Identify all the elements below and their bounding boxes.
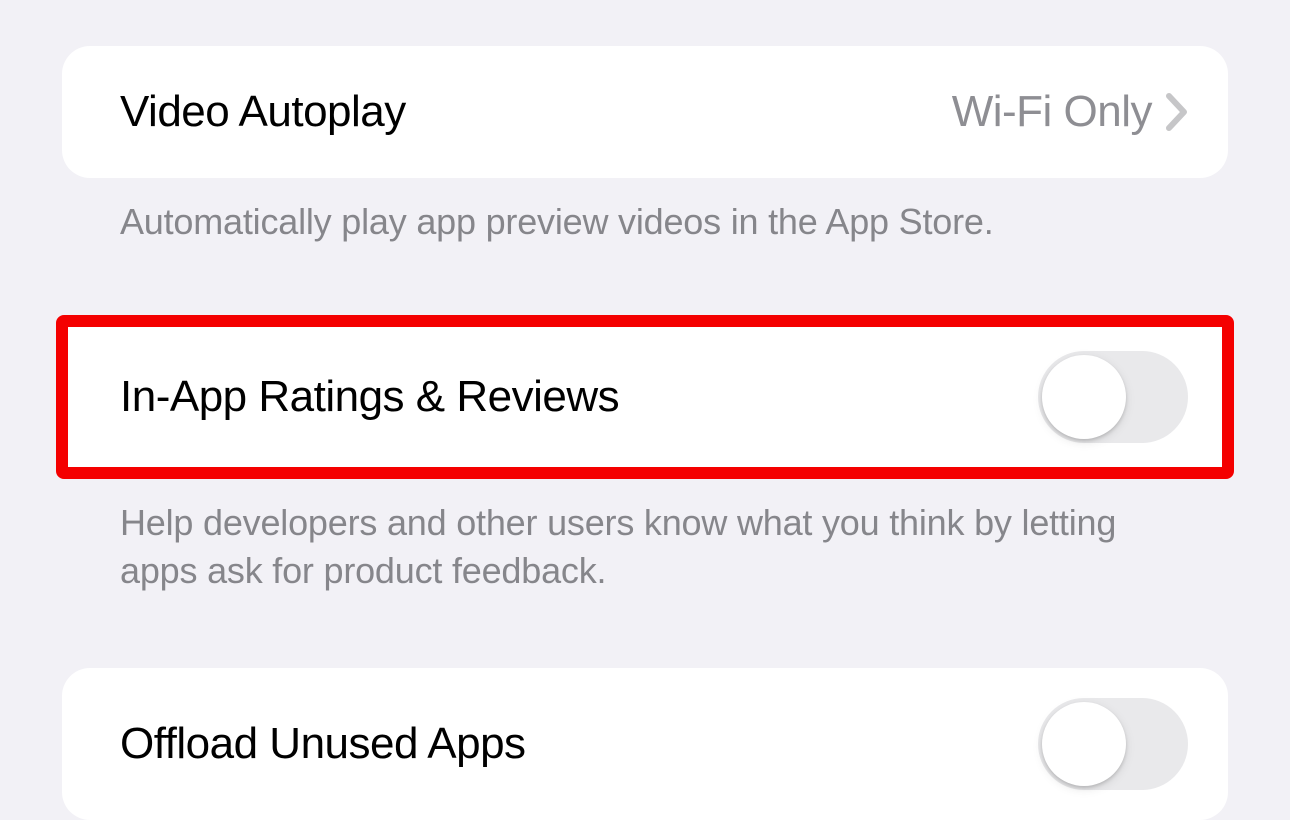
in-app-ratings-label: In-App Ratings & Reviews xyxy=(120,372,619,422)
chevron-right-icon xyxy=(1166,93,1188,131)
offload-unused-apps-row[interactable]: Offload Unused Apps xyxy=(62,668,1228,820)
video-autoplay-row[interactable]: Video Autoplay Wi-Fi Only xyxy=(62,46,1228,178)
video-autoplay-right: Wi-Fi Only xyxy=(952,87,1188,137)
toggle-knob xyxy=(1042,702,1126,786)
highlight-annotation: In-App Ratings & Reviews xyxy=(56,315,1234,479)
offload-unused-apps-label: Offload Unused Apps xyxy=(120,719,526,769)
video-autoplay-label: Video Autoplay xyxy=(120,87,406,137)
in-app-ratings-toggle[interactable] xyxy=(1038,351,1188,443)
video-autoplay-footer: Automatically play app preview videos in… xyxy=(62,178,1228,247)
video-autoplay-value: Wi-Fi Only xyxy=(952,87,1152,137)
in-app-ratings-row[interactable]: In-App Ratings & Reviews xyxy=(62,321,1228,473)
offload-unused-apps-toggle[interactable] xyxy=(1038,698,1188,790)
in-app-ratings-footer: Help developers and other users know wha… xyxy=(62,479,1228,596)
toggle-knob xyxy=(1042,355,1126,439)
